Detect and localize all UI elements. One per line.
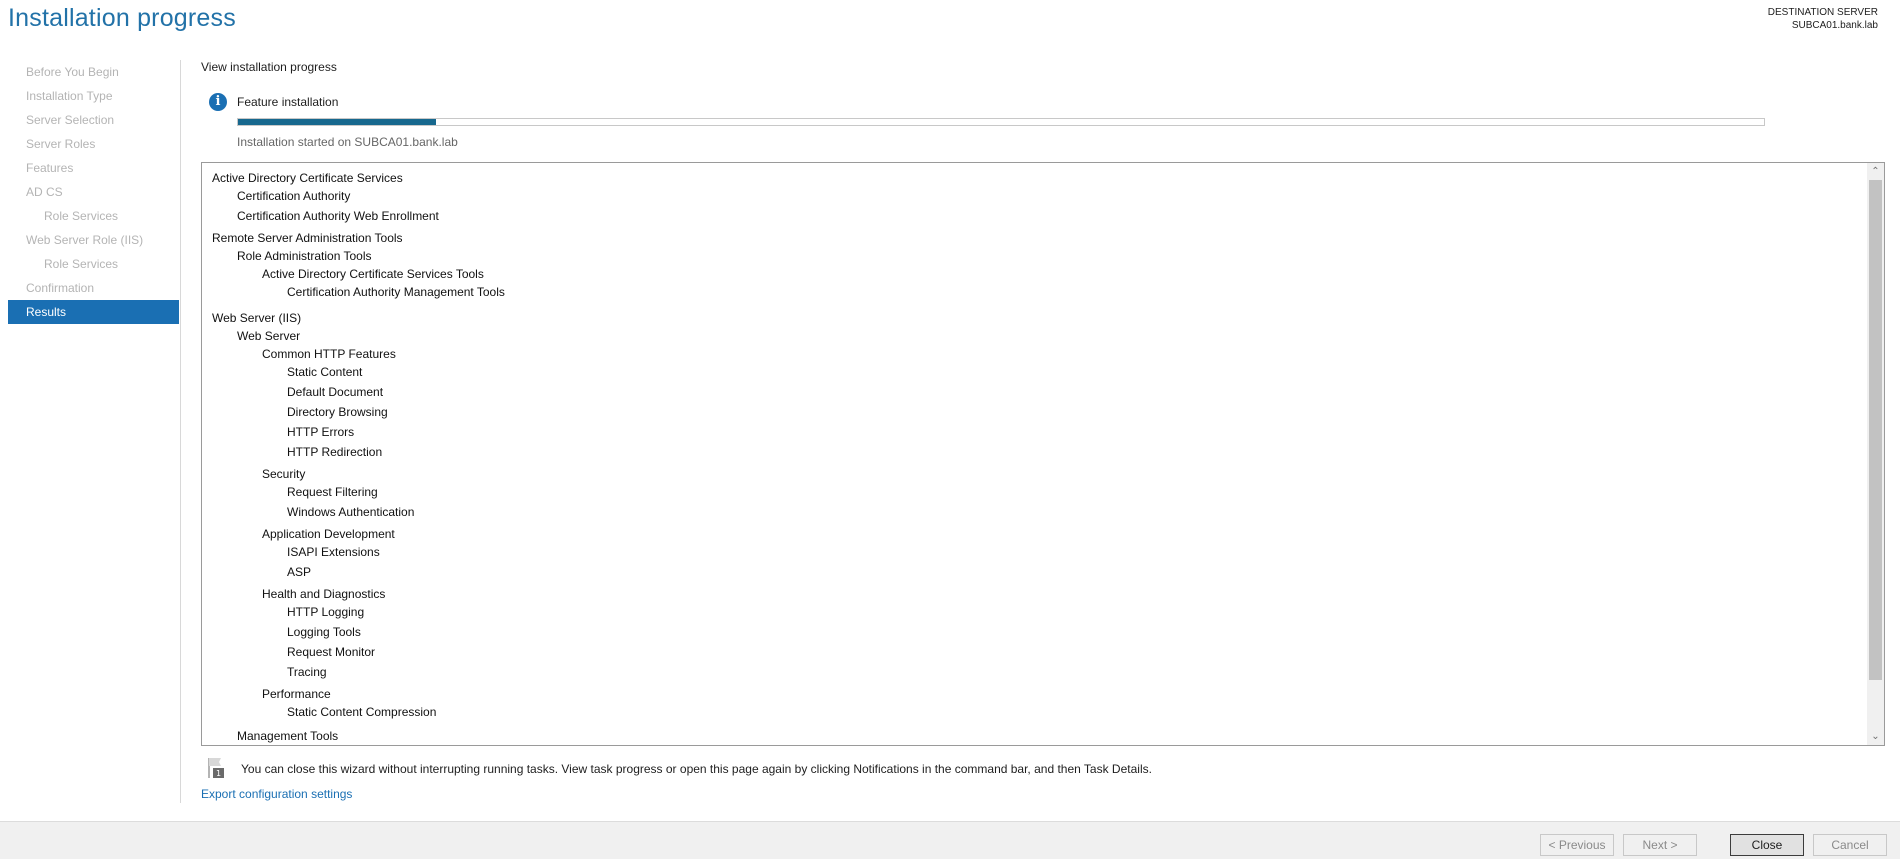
svg-text:1: 1 [216, 769, 221, 778]
tree-item: Active Directory Certificate Services [212, 171, 403, 185]
section-title: View installation progress [201, 60, 337, 74]
nav-item-before-you-begin[interactable]: Before You Begin [8, 60, 179, 84]
destination-server-name: SUBCA01.bank.lab [1791, 20, 1878, 31]
nav-item-ad-cs[interactable]: AD CS [8, 180, 179, 204]
results-scrollbar[interactable]: ⌃ ⌄ [1867, 163, 1884, 745]
scroll-up-icon[interactable]: ⌃ [1867, 163, 1884, 180]
nav-item-role-services[interactable]: Role Services [8, 204, 179, 228]
installation-progress-bar [237, 118, 1765, 126]
tree-item: Request Monitor [287, 645, 376, 659]
tree-item: Default Document [287, 385, 384, 399]
nav-item-confirmation[interactable]: Confirmation [8, 276, 179, 300]
tree-item: ISAPI Extensions [287, 545, 380, 559]
tree-item: Request Filtering [287, 485, 378, 499]
tree-item: Management Tools [237, 729, 339, 743]
close-wizard-note: You can close this wizard without interr… [241, 762, 1152, 776]
previous-button[interactable]: < Previous [1540, 834, 1614, 856]
tree-item: Tracing [287, 665, 327, 679]
tree-item: Certification Authority [237, 189, 351, 203]
wizard-nav: Before You Begin Installation Type Server … [8, 60, 179, 324]
tree-item: Logging Tools [287, 625, 361, 639]
tree-item: ASP [287, 565, 312, 579]
nav-item-role-services[interactable]: Role Services [8, 252, 179, 276]
tree-item: Certification Authority Management Tools [287, 285, 505, 299]
tree-item: Remote Server Administration Tools [212, 231, 403, 245]
scroll-down-icon[interactable]: ⌄ [1867, 728, 1884, 745]
destination-server: DESTINATION SERVER SUBCA01.bank.lab [1768, 6, 1878, 32]
tree-item: Web Server [237, 329, 301, 343]
page-title: Installation progress [8, 4, 236, 32]
tree-item: Windows Authentication [287, 505, 415, 519]
nav-item-server-roles[interactable]: Server Roles [8, 132, 179, 156]
tree-item: Active Directory Certificate Services To… [262, 267, 484, 281]
tree-item: Application Development [262, 527, 395, 541]
feature-installation-label: Feature installation [237, 95, 339, 109]
notification-flag-icon: 1 [208, 758, 224, 778]
scroll-thumb[interactable] [1869, 180, 1882, 680]
tree-item: HTTP Redirection [287, 445, 383, 459]
tree-item: Performance [262, 687, 331, 701]
nav-divider [180, 60, 181, 803]
nav-item-features[interactable]: Features [8, 156, 179, 180]
wizard-footer: < Previous Next > Close Cancel [0, 821, 1900, 859]
installation-started-text: Installation started on SUBCA01.bank.lab [237, 135, 458, 149]
tree-item: Web Server (IIS) [212, 311, 302, 325]
nav-item-web-server-role-iis[interactable]: Web Server Role (IIS) [8, 228, 179, 252]
info-icon: i [209, 93, 227, 111]
tree-item: HTTP Logging [287, 605, 365, 619]
next-button[interactable]: Next > [1623, 834, 1697, 856]
nav-item-installation-type[interactable]: Installation Type [8, 84, 179, 108]
progress-fill [238, 119, 437, 125]
destination-label: DESTINATION SERVER [1767, 7, 1878, 18]
tree-item: Security [262, 467, 306, 481]
tree-item: Static Content [287, 365, 363, 379]
nav-item-server-selection[interactable]: Server Selection [8, 108, 179, 132]
tree-item: Common HTTP Features [262, 347, 396, 361]
cancel-button[interactable]: Cancel [1813, 834, 1887, 856]
tree-item: Health and Diagnostics [262, 587, 386, 601]
installation-results-list[interactable]: ⌃ ⌄ Active Directory Certificate Service… [201, 162, 1885, 746]
nav-item-results[interactable]: Results [8, 300, 179, 324]
close-button[interactable]: Close [1730, 834, 1804, 856]
tree-item: Static Content Compression [287, 705, 437, 719]
export-configuration-link[interactable]: Export configuration settings [201, 787, 352, 801]
tree-item: Certification Authority Web Enrollment [237, 209, 439, 223]
tree-item: Directory Browsing [287, 405, 388, 419]
tree-item: HTTP Errors [287, 425, 355, 439]
tree-item: Role Administration Tools [237, 249, 372, 263]
